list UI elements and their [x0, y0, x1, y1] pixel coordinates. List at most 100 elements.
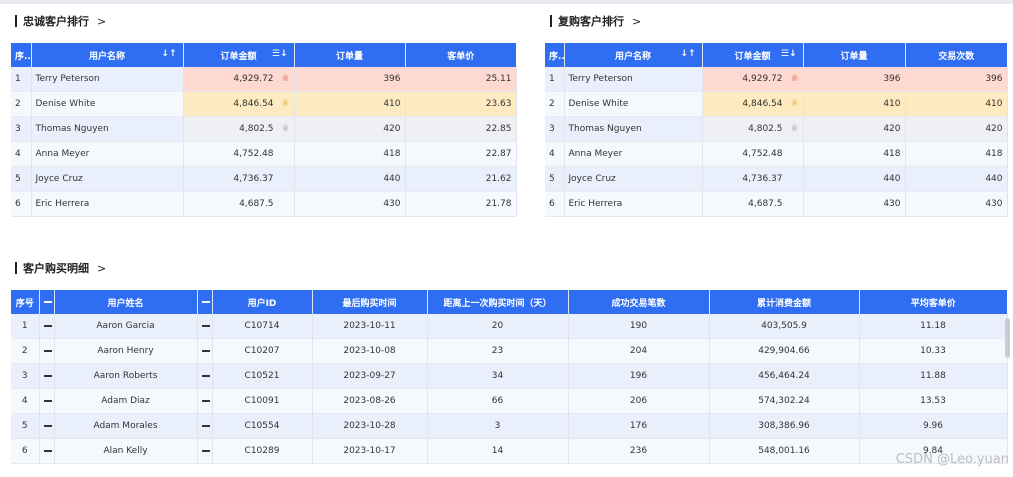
table-row[interactable]: 1 Terry Peterson 4,929.72 ♕ 396 396: [545, 67, 1008, 92]
collapse-icon[interactable]: [197, 338, 213, 364]
medal-icon: ♕: [281, 124, 290, 134]
table-row[interactable]: 5 Adam Morales C10554 2023-10-28 3 176 3…: [11, 413, 1008, 439]
cell-trades: 410: [905, 91, 1008, 117]
col-header-days-since[interactable]: 距离上一次购买时间（天）: [427, 290, 569, 314]
collapse-icon[interactable]: [39, 338, 55, 364]
cell-index: 1: [11, 314, 40, 339]
cell-name: Thomas Nguyen: [564, 116, 703, 142]
amount-value: 4,846.54: [233, 99, 274, 109]
table-row[interactable]: 4 Anna Meyer 4,752.48 418 22.87: [11, 141, 517, 167]
col-header-amount[interactable]: 订单金额 ☰↓: [183, 43, 295, 67]
col-header-amount[interactable]: 订单金额 ☰↓: [702, 43, 804, 67]
col-header-orders[interactable]: 订单量: [294, 43, 406, 67]
cell-last-purchase: 2023-09-27: [312, 363, 428, 389]
chevron-right-icon[interactable]: >: [632, 15, 641, 28]
table-row[interactable]: 3 Thomas Nguyen 4,802.5 ♕ 420 22.85: [11, 116, 517, 142]
loyal-ranking-header[interactable]: 忠诚客户排行 >: [15, 14, 106, 28]
cell-last-purchase: 2023-10-28: [312, 413, 428, 439]
cell-trade-count: 176: [568, 413, 710, 439]
cell-trade-count: 206: [568, 388, 710, 414]
cell-index: 6: [11, 191, 32, 217]
table-row[interactable]: 6 Alan Kelly C10289 2023-10-17 14 236 54…: [11, 438, 1008, 464]
table-row[interactable]: 1 Aaron Garcia C10714 2023-10-11 20 190 …: [11, 314, 1008, 339]
collapse-icon[interactable]: [197, 413, 213, 439]
collapse-icon[interactable]: [39, 290, 55, 314]
collapse-icon[interactable]: [39, 388, 55, 414]
col-header-index[interactable]: 序..: [11, 43, 32, 67]
cell-price: 21.78: [405, 191, 517, 217]
vertical-scrollbar[interactable]: [1005, 318, 1010, 358]
col-header-name[interactable]: 用户姓名: [54, 290, 198, 314]
col-header-uid[interactable]: 用户ID: [212, 290, 313, 314]
table-row[interactable]: 3 Aaron Roberts C10521 2023-09-27 34 196…: [11, 363, 1008, 389]
sort-icon[interactable]: ↓↑: [161, 49, 176, 59]
cell-price: 21.62: [405, 166, 517, 192]
table-row[interactable]: 2 Denise White 4,846.54 ♕ 410 410: [545, 91, 1008, 117]
cell-total-spend: 548,001.16: [709, 438, 860, 464]
table-row[interactable]: 1 Terry Peterson 4,929.72 ♕ 396 25.11: [11, 67, 517, 92]
col-header-label: 用户名称: [88, 51, 125, 62]
cell-total-spend: 308,386.96: [709, 413, 860, 439]
repeat-ranking-title: 复购客户排行: [558, 15, 624, 28]
title-marker: [550, 15, 552, 27]
cell-name: Alan Kelly: [54, 438, 198, 464]
collapse-icon[interactable]: [39, 438, 55, 464]
collapse-icon[interactable]: [39, 413, 55, 439]
collapse-icon[interactable]: [197, 388, 213, 414]
table-row[interactable]: 4 Adam Diaz C10091 2023-08-26 66 206 574…: [11, 388, 1008, 414]
col-header-total-spend[interactable]: 累计消费金额: [709, 290, 860, 314]
col-header-avg-price[interactable]: 平均客单价: [859, 290, 1007, 314]
cell-uid: C10091: [212, 388, 313, 414]
chevron-right-icon[interactable]: >: [97, 15, 106, 28]
purchase-detail-header[interactable]: 客户购买明细 >: [15, 261, 106, 275]
cell-index: 2: [11, 91, 32, 117]
table-row[interactable]: 6 Eric Herrera 4,687.5 430 430: [545, 191, 1008, 217]
table-row[interactable]: 6 Eric Herrera 4,687.5 430 21.78: [11, 191, 517, 217]
col-header-name[interactable]: 用户名称 ↓↑: [564, 43, 703, 67]
col-header-index[interactable]: 序..: [545, 43, 565, 67]
col-header-orders[interactable]: 订单量: [803, 43, 906, 67]
repeat-ranking-header[interactable]: 复购客户排行 >: [550, 14, 641, 28]
cell-orders: 420: [803, 116, 906, 142]
table-row[interactable]: 5 Joyce Cruz 4,736.37 440 21.62: [11, 166, 517, 192]
cell-price: 22.85: [405, 116, 517, 142]
col-header-index[interactable]: 序号: [11, 290, 40, 314]
col-header-price[interactable]: 客单价: [405, 43, 516, 67]
col-header-last-purchase[interactable]: 最后购买时间: [312, 290, 428, 314]
cell-days-since: 3: [427, 413, 569, 439]
table-row[interactable]: 5 Joyce Cruz 4,736.37 440 440: [545, 166, 1008, 192]
table-row[interactable]: 3 Thomas Nguyen 4,802.5 ♕ 420 420: [545, 116, 1008, 142]
table-row[interactable]: 2 Aaron Henry C10207 2023-10-08 23 204 4…: [11, 338, 1008, 364]
cell-index: 3: [11, 363, 40, 389]
sort-desc-icon[interactable]: ☰↓: [781, 49, 797, 59]
collapse-icon[interactable]: [39, 363, 55, 389]
table-row[interactable]: 4 Anna Meyer 4,752.48 418 418: [545, 141, 1008, 167]
cell-index: 6: [545, 191, 565, 217]
col-header-name[interactable]: 用户名称 ↓↑: [31, 43, 184, 67]
medal-icon: ♕: [281, 99, 290, 109]
cell-index: 1: [545, 67, 565, 92]
title-marker: [15, 15, 17, 27]
table-header-row: 序.. 用户名称 ↓↑ 订单金额 ☰↓ 订单量 交易次数: [545, 43, 1007, 67]
col-header-trades[interactable]: 交易次数: [905, 43, 1007, 67]
sort-desc-icon[interactable]: ☰↓: [272, 49, 288, 59]
cell-name: Anna Meyer: [564, 141, 703, 167]
table-row[interactable]: 2 Denise White 4,846.54 ♕ 410 23.63: [11, 91, 517, 117]
chevron-right-icon[interactable]: >: [97, 262, 106, 275]
collapse-icon[interactable]: [197, 290, 213, 314]
collapse-icon[interactable]: [197, 438, 213, 464]
col-header-trade-count[interactable]: 成功交易笔数: [568, 290, 710, 314]
top-border: [0, 0, 1013, 4]
medal-icon: ♕: [790, 124, 799, 134]
cell-index: 5: [11, 413, 40, 439]
cell-name: Joyce Cruz: [564, 166, 703, 192]
cell-name: Terry Peterson: [31, 67, 184, 92]
sort-icon[interactable]: ↓↑: [680, 49, 695, 59]
purchase-detail-table: 序号 用户姓名 用户ID 最后购买时间 距离上一次购买时间（天） 成功交易笔数 …: [11, 290, 1008, 464]
cell-index: 4: [545, 141, 565, 167]
collapse-icon[interactable]: [197, 363, 213, 389]
collapse-icon[interactable]: [39, 314, 55, 339]
collapse-icon[interactable]: [197, 314, 213, 339]
cell-trades: 430: [905, 191, 1008, 217]
cell-total-spend: 574,302.24: [709, 388, 860, 414]
